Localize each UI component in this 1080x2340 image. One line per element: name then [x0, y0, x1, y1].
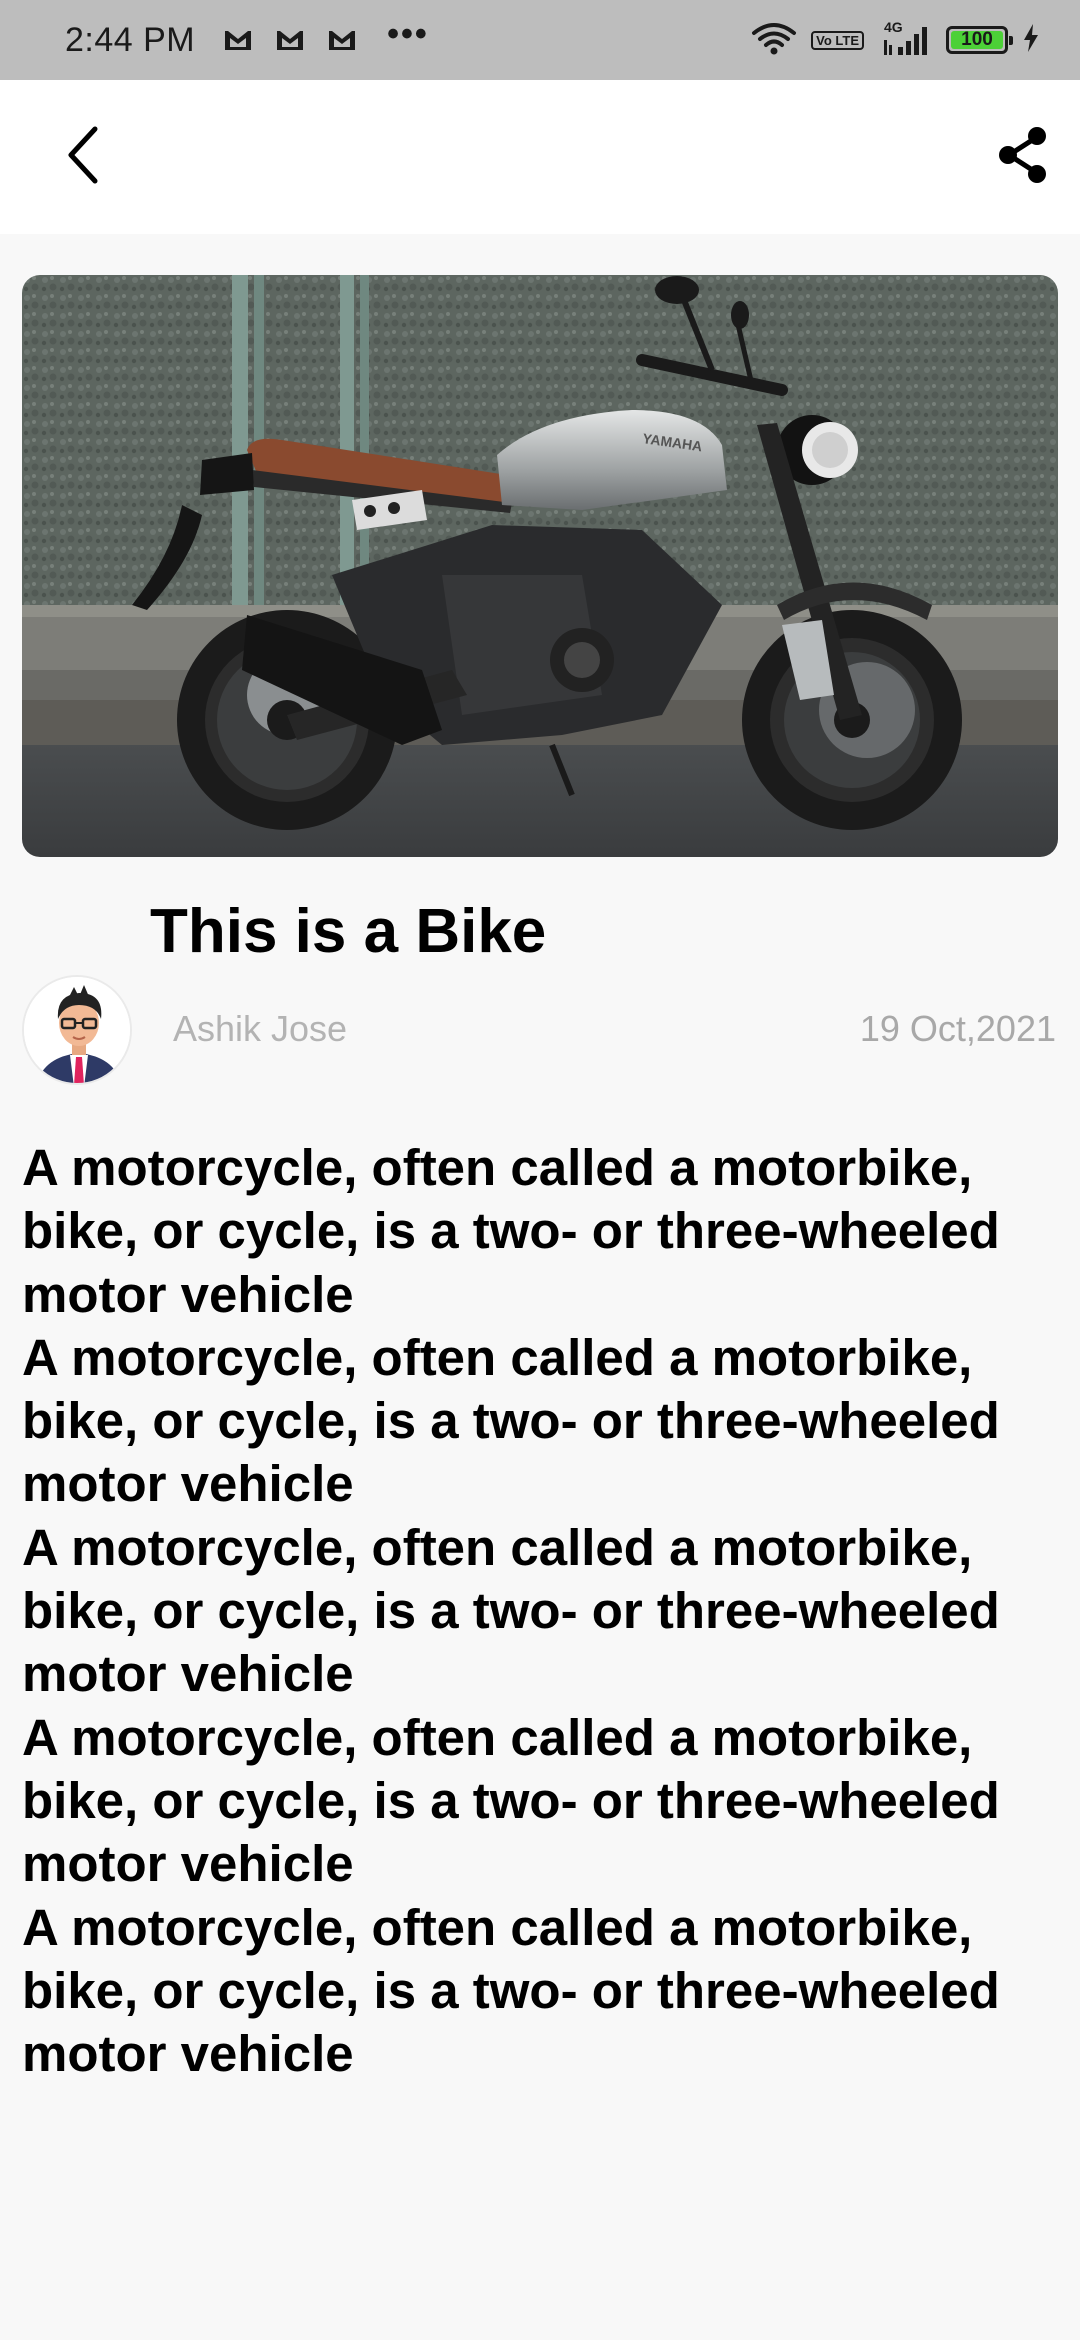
share-button[interactable] — [988, 122, 1058, 192]
chevron-left-icon — [63, 125, 103, 190]
more-notifications-indicator: ••• — [387, 15, 429, 53]
post-title: This is a Bike — [150, 897, 547, 966]
status-time: 2:44 PM — [65, 20, 196, 59]
system-icons: Vo LTE 4G 100 — [751, 19, 1040, 60]
status-bar: 2:44 PM ••• Vo LTE 4G 100 — [0, 0, 1080, 80]
body-paragraph: A motorcycle, often called a motorbike, … — [22, 1708, 1000, 1893]
post-image: YAMAHA — [22, 275, 1058, 857]
gmail-icon — [275, 28, 305, 52]
post-body: A motorcycle, often called a motorbike, … — [22, 1136, 1058, 2085]
app-bar — [0, 80, 1080, 234]
body-paragraph: A motorcycle, often called a motorbike, … — [22, 1139, 1000, 1323]
signal-icon: 4G — [878, 19, 932, 57]
back-button[interactable] — [48, 122, 118, 192]
post-date: 19 Oct,2021 — [859, 1008, 1056, 1049]
battery-level: 100 — [961, 29, 993, 50]
share-icon — [995, 125, 1051, 190]
battery-icon: 100 — [946, 26, 1013, 54]
gmail-icon — [223, 28, 253, 52]
volte-icon: Vo LTE — [811, 30, 864, 50]
notification-icons: ••• — [223, 17, 429, 57]
gmail-icon — [327, 28, 357, 52]
avatar[interactable] — [22, 975, 132, 1085]
body-paragraph: A motorcycle, often called a motorbike, … — [22, 1898, 1000, 2083]
wifi-icon — [751, 21, 797, 60]
body-paragraph: A motorcycle, often called a motorbike, … — [22, 1518, 1000, 1703]
charging-icon — [1022, 23, 1040, 58]
body-paragraph: A motorcycle, often called a motorbike, … — [22, 1328, 1000, 1513]
author-name: Ashik Jose — [173, 1008, 348, 1049]
